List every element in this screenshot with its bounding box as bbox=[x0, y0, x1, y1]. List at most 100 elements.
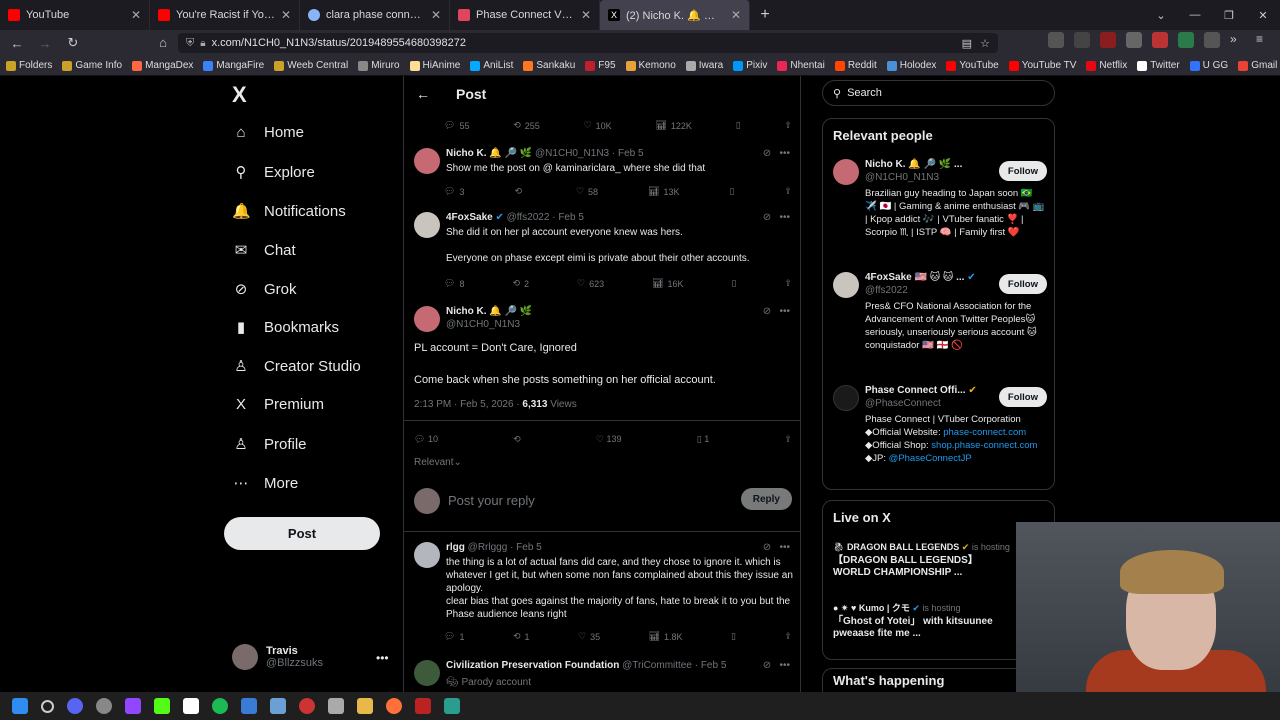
search-icon[interactable] bbox=[41, 699, 54, 713]
grok-icon[interactable]: ⊘ bbox=[763, 148, 771, 159]
bookmark-item[interactable]: AniList bbox=[470, 60, 513, 71]
spotify-icon[interactable] bbox=[212, 698, 228, 714]
like-action[interactable]: ♡ 139 bbox=[596, 434, 622, 445]
reply-tweet[interactable]: Civilization Preservation Foundation @Tr… bbox=[404, 656, 800, 692]
bookmark-item[interactable]: Game Info bbox=[62, 60, 122, 71]
bookmark-item[interactable]: Gmail bbox=[1238, 60, 1277, 71]
reply-action[interactable]: 💬︎ 10 bbox=[414, 434, 438, 445]
reply-tweet[interactable]: rlgg @Rrlggg · Feb 5 ⊘ ••• the thing is … bbox=[404, 536, 800, 646]
address-bar[interactable]: ⛨ 🔒︎ x.com/N1CH0_N1N3/status/20194895546… bbox=[178, 33, 998, 53]
nav-item-bookmarks[interactable]: ▮ Bookmarks bbox=[232, 318, 339, 337]
close-tab-icon[interactable]: ✕ bbox=[431, 8, 441, 22]
bookmark-icon[interactable]: ▯ bbox=[731, 631, 736, 642]
bookmark-item[interactable]: Miruro bbox=[358, 60, 400, 71]
restore-icon[interactable]: ❐ bbox=[1212, 9, 1246, 22]
grok-icon[interactable]: ⊘ bbox=[763, 212, 771, 223]
extension-icon[interactable] bbox=[1152, 32, 1168, 48]
share-icon[interactable]: ⇪ bbox=[784, 278, 792, 289]
account-switcher[interactable]: Travis @Bllzzsuks bbox=[232, 644, 323, 670]
bookmark-item[interactable]: Iwara bbox=[685, 60, 723, 71]
like-action[interactable]: ♡ 623 bbox=[577, 278, 604, 289]
bookmark-icon[interactable]: ▯ bbox=[736, 120, 741, 131]
extension-icon[interactable] bbox=[1100, 32, 1116, 48]
photos-icon[interactable] bbox=[241, 698, 257, 714]
person-card[interactable]: 4FoxSake 🇺🇸 🐱 🐱 ... ✔ @ffs2022 Follow Pr… bbox=[833, 272, 1047, 372]
minimize-icon[interactable]: — bbox=[1178, 9, 1212, 21]
more-icon[interactable]: ••• bbox=[779, 212, 790, 223]
like-action[interactable]: ♡ 10K bbox=[584, 120, 612, 131]
bio-link[interactable]: @PhaseConnectJP bbox=[889, 453, 972, 464]
live-item[interactable]: ● ✷ ♥ Kumo | クモ ✔ is hosting 「Ghost of Y… bbox=[833, 601, 1013, 640]
app-icon[interactable] bbox=[299, 698, 315, 714]
bio-link[interactable]: phase-connect.com bbox=[943, 427, 1026, 438]
browser-tab[interactable]: Phase Connect VTuber controv ✕ bbox=[450, 0, 600, 30]
extension-icon[interactable] bbox=[1126, 32, 1142, 48]
like-action[interactable]: ♡ 35 bbox=[578, 631, 600, 642]
post-button[interactable]: Post bbox=[224, 517, 380, 550]
folder-icon[interactable] bbox=[357, 698, 373, 714]
bookmark-item[interactable]: U GG bbox=[1189, 60, 1228, 71]
bookmark-item[interactable]: Weeb Central bbox=[274, 60, 348, 71]
nav-item-notifications[interactable]: 🔔 Notifications bbox=[232, 202, 346, 221]
bookmark-item[interactable]: Pixiv bbox=[733, 60, 767, 71]
extension-icon[interactable] bbox=[1204, 32, 1220, 48]
close-tab-icon[interactable]: ✕ bbox=[581, 8, 591, 22]
views-action[interactable]: 📊︎ 13K bbox=[648, 186, 679, 197]
nav-item-grok[interactable]: ⊘ Grok bbox=[232, 280, 297, 299]
bookmark-item[interactable]: HiAnime bbox=[409, 60, 460, 71]
overflow-menu-icon[interactable]: » bbox=[1230, 32, 1246, 48]
app-icon[interactable] bbox=[444, 698, 460, 714]
bookmark-item[interactable]: Holodex bbox=[886, 60, 936, 71]
repost-action[interactable]: ⟲ 1 bbox=[513, 631, 530, 642]
tab-list-chevron-icon[interactable]: ⌄ bbox=[1144, 9, 1178, 22]
browser-tab[interactable]: YouTube ✕ bbox=[0, 0, 150, 30]
repost-action[interactable]: ⟲ bbox=[514, 186, 526, 197]
bookmark-icon[interactable]: ▯ bbox=[732, 278, 737, 289]
discord-icon[interactable] bbox=[67, 698, 83, 714]
bookmark-item[interactable]: Kemono bbox=[625, 60, 676, 71]
x-app-icon[interactable] bbox=[183, 698, 199, 714]
share-icon[interactable]: ⇪ bbox=[784, 434, 792, 445]
close-tab-icon[interactable]: ✕ bbox=[731, 8, 741, 22]
like-action[interactable]: ♡ 58 bbox=[576, 186, 598, 197]
app-icon[interactable] bbox=[270, 698, 286, 714]
shield-app-icon[interactable] bbox=[328, 698, 344, 714]
views-action[interactable]: 📊︎ 122K bbox=[655, 120, 691, 131]
bookmark-item[interactable]: MangaDex bbox=[132, 60, 193, 71]
reload-icon[interactable]: ↻ bbox=[64, 35, 82, 51]
reply-input[interactable]: Post your reply bbox=[448, 493, 535, 508]
more-icon[interactable]: ••• bbox=[779, 542, 790, 553]
reply-tweet[interactable]: Nicho K. 🔔 🔎 🌿 @N1CH0_N1N3 · Feb 5 ⊘ •••… bbox=[404, 142, 800, 204]
share-icon[interactable]: ⇪ bbox=[784, 186, 792, 197]
home-icon[interactable]: ⌂ bbox=[154, 35, 172, 50]
grok-icon[interactable]: ⊘ bbox=[763, 306, 771, 317]
views-action[interactable]: 📊︎ 16K bbox=[652, 278, 683, 289]
bookmark-item[interactable]: Nhentai bbox=[777, 60, 825, 71]
share-icon[interactable]: ⇪ bbox=[784, 120, 792, 131]
bookmark-star-icon[interactable]: ☆ bbox=[980, 37, 990, 50]
bookmark-item[interactable]: Twitter bbox=[1137, 60, 1180, 71]
search-input[interactable]: ⚲ Search bbox=[822, 80, 1055, 106]
repost-action[interactable]: ⟲ 255 bbox=[513, 120, 540, 131]
person-card[interactable]: Phase Connect Offi... ✔ @PhaseConnect Fo… bbox=[833, 385, 1047, 485]
reader-view-icon[interactable]: ▤ bbox=[962, 37, 972, 50]
extension-icon[interactable] bbox=[1178, 32, 1194, 48]
nav-item-explore[interactable]: ⚲ Explore bbox=[232, 163, 315, 182]
nav-item-profile[interactable]: ♙ Profile bbox=[232, 435, 306, 454]
bookmark-item[interactable]: Folders bbox=[6, 60, 52, 71]
hamburger-menu-icon[interactable]: ≡ bbox=[1256, 32, 1272, 48]
bookmark-icon[interactable]: ▯ bbox=[729, 186, 734, 197]
twitch-icon[interactable] bbox=[125, 698, 141, 714]
bookmark-item[interactable]: MangaFire bbox=[203, 60, 264, 71]
browser-tab[interactable]: clara phase connect charlie kirk ✕ bbox=[300, 0, 450, 30]
nav-item-chat[interactable]: ✉ Chat bbox=[232, 241, 296, 260]
follow-button[interactable]: Follow bbox=[998, 274, 1047, 294]
more-icon[interactable]: ••• bbox=[779, 148, 790, 159]
reply-action[interactable]: 💬︎ 8 bbox=[444, 278, 464, 289]
more-options-icon[interactable]: ••• bbox=[376, 651, 389, 665]
bookmark-item[interactable]: Netflix bbox=[1086, 60, 1127, 71]
share-icon[interactable]: ⇪ bbox=[784, 631, 792, 642]
bookmark-item[interactable]: YouTube bbox=[946, 60, 999, 71]
forward-icon[interactable]: → bbox=[36, 36, 54, 51]
steam-icon[interactable] bbox=[96, 698, 112, 714]
